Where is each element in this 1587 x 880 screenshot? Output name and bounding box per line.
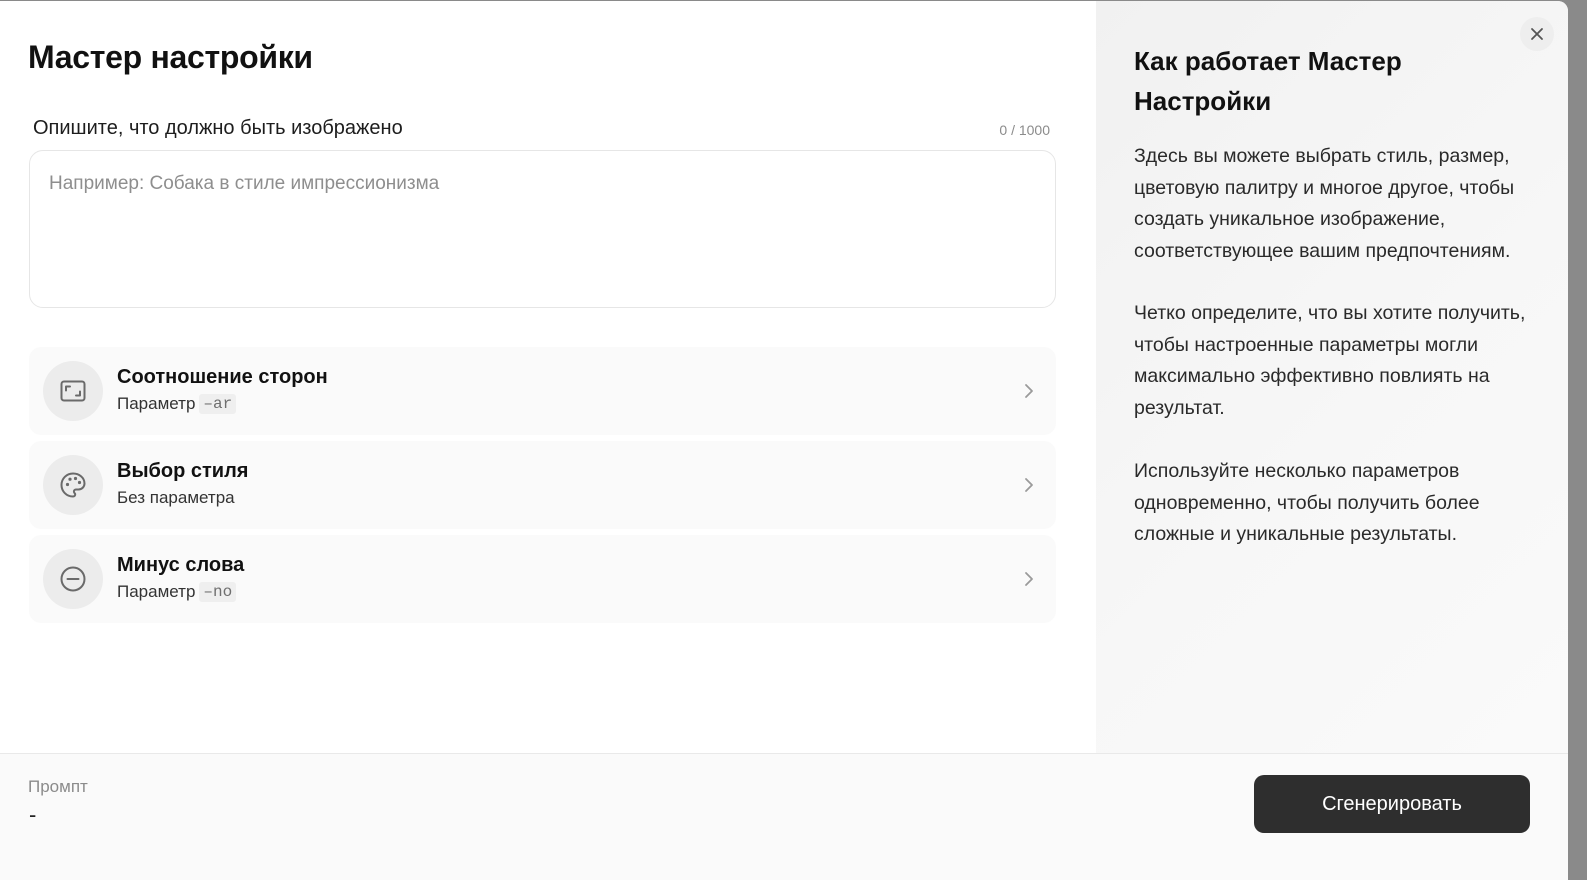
prompt-preview-value: - xyxy=(29,802,37,827)
option-title: Минус слова xyxy=(117,554,245,576)
option-aspect-ratio[interactable]: Соотношение сторон Параметр –ar xyxy=(29,347,1056,435)
chevron-right-icon xyxy=(1025,572,1033,586)
prompt-field-label: Опишите, что должно быть изображено xyxy=(33,117,403,139)
option-subtitle: Без параметра xyxy=(117,488,235,508)
option-subtitle-text: Параметр xyxy=(117,394,196,413)
character-counter: 0 / 1000 xyxy=(999,122,1050,138)
help-paragraph: Используйте несколько параметров одновре… xyxy=(1134,460,1480,546)
generate-button[interactable]: Сгенерировать xyxy=(1254,775,1530,833)
option-subtitle-text: Без параметра xyxy=(117,488,235,507)
close-button[interactable] xyxy=(1520,17,1554,51)
wizard-main-panel: Мастер настройки Опишите, что должно быт… xyxy=(0,1,1096,753)
help-paragraph: Четко определите, что вы хотите получить… xyxy=(1134,302,1526,419)
chevron-right-icon xyxy=(1025,384,1033,398)
parameter-code: –ar xyxy=(199,394,237,414)
option-title: Выбор стиля xyxy=(117,460,249,482)
help-paragraph: Здесь вы можете выбрать стиль, размер, ц… xyxy=(1134,145,1515,262)
prompt-textarea[interactable] xyxy=(29,150,1056,308)
aspect-ratio-icon xyxy=(43,361,103,421)
dialog-title: Мастер настройки xyxy=(28,39,313,75)
option-style[interactable]: Выбор стиля Без параметра xyxy=(29,441,1056,529)
option-title: Соотношение сторон xyxy=(117,366,328,388)
prompt-preview-label: Промпт xyxy=(28,777,88,796)
option-negative-words[interactable]: Минус слова Параметр –no xyxy=(29,535,1056,623)
help-title: Как работает Мастер Настройки xyxy=(1134,46,1402,116)
parameter-code: –no xyxy=(199,582,237,602)
palette-icon xyxy=(43,455,103,515)
settings-wizard-dialog: Мастер настройки Опишите, что должно быт… xyxy=(0,1,1568,880)
chevron-right-icon xyxy=(1025,478,1033,492)
dialog-footer: Промпт - Сгенерировать xyxy=(0,753,1568,880)
option-subtitle: Параметр –no xyxy=(117,582,237,602)
option-subtitle-text: Параметр xyxy=(117,582,196,601)
minus-circle-icon xyxy=(43,549,103,609)
option-subtitle: Параметр –ar xyxy=(117,394,237,414)
close-icon xyxy=(1531,28,1543,40)
